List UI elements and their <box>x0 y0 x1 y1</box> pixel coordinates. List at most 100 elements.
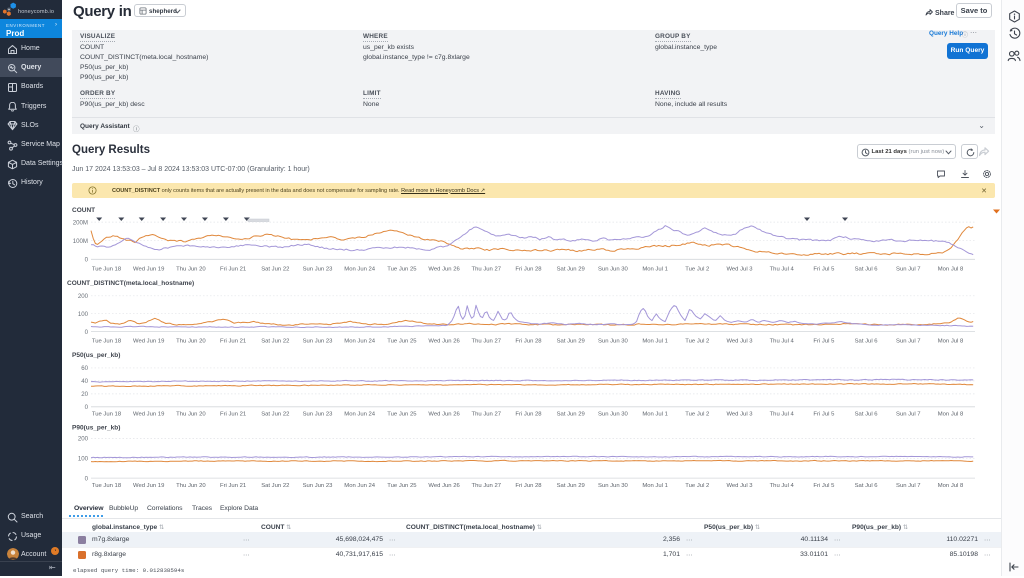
svg-text:Sun Jun 23: Sun Jun 23 <box>303 483 334 489</box>
svg-text:Wed Jun 19: Wed Jun 19 <box>133 339 164 345</box>
svg-text:Sat Jun 22: Sat Jun 22 <box>261 412 289 418</box>
svg-text:Mon Jun 24: Mon Jun 24 <box>344 267 376 273</box>
svg-text:Sat Jul 6: Sat Jul 6 <box>855 483 879 489</box>
svg-text:Sun Jun 23: Sun Jun 23 <box>303 339 334 345</box>
svg-text:Tue Jul 2: Tue Jul 2 <box>685 339 709 345</box>
svg-text:Thu Jun 20: Thu Jun 20 <box>176 267 206 273</box>
svg-text:Sun Jun 23: Sun Jun 23 <box>303 412 334 418</box>
svg-text:Tue Jun 18: Tue Jun 18 <box>92 267 122 273</box>
svg-text:Sat Jul 6: Sat Jul 6 <box>855 412 879 418</box>
svg-text:Thu Jun 20: Thu Jun 20 <box>176 483 206 489</box>
svg-text:Tue Jul 2: Tue Jul 2 <box>685 483 709 489</box>
svg-text:Thu Jul 4: Thu Jul 4 <box>770 483 795 489</box>
svg-text:Fri Jun 21: Fri Jun 21 <box>220 483 246 489</box>
svg-text:Thu Jun 27: Thu Jun 27 <box>472 483 501 489</box>
svg-text:Sun Jul 7: Sun Jul 7 <box>896 412 921 418</box>
svg-text:Tue Jun 25: Tue Jun 25 <box>387 339 417 345</box>
svg-text:Sat Jun 29: Sat Jun 29 <box>557 483 585 489</box>
svg-text:Wed Jul 3: Wed Jul 3 <box>726 412 753 418</box>
svg-text:Wed Jul 3: Wed Jul 3 <box>726 267 753 273</box>
svg-text:Thu Jun 20: Thu Jun 20 <box>176 339 206 345</box>
svg-text:Tue Jul 2: Tue Jul 2 <box>685 412 709 418</box>
svg-text:200: 200 <box>78 293 89 300</box>
svg-text:100: 100 <box>78 456 89 463</box>
svg-text:20: 20 <box>81 391 88 398</box>
svg-text:COUNT_DISTINCT(meta.local_host: COUNT_DISTINCT(meta.local_hostname) <box>67 280 194 287</box>
svg-text:Wed Jun 19: Wed Jun 19 <box>133 483 164 489</box>
svg-text:0: 0 <box>85 329 89 336</box>
svg-text:Sat Jun 22: Sat Jun 22 <box>261 339 289 345</box>
svg-text:0: 0 <box>85 404 89 411</box>
svg-text:Thu Jul 4: Thu Jul 4 <box>770 412 795 418</box>
svg-text:Mon Jul 1: Mon Jul 1 <box>642 267 668 273</box>
svg-text:P90(us_per_kb): P90(us_per_kb) <box>72 425 120 432</box>
svg-text:Mon Jul 8: Mon Jul 8 <box>938 267 964 273</box>
svg-text:Sun Jun 30: Sun Jun 30 <box>598 412 629 418</box>
svg-text:Wed Jul 3: Wed Jul 3 <box>726 483 753 489</box>
svg-text:Sat Jun 29: Sat Jun 29 <box>557 412 585 418</box>
svg-text:Tue Jun 18: Tue Jun 18 <box>92 412 122 418</box>
svg-text:Wed Jun 19: Wed Jun 19 <box>133 412 164 418</box>
svg-text:Sat Jun 22: Sat Jun 22 <box>261 267 289 273</box>
svg-text:Wed Jul 3: Wed Jul 3 <box>726 339 753 345</box>
svg-text:200M: 200M <box>73 219 88 226</box>
svg-text:Wed Jun 26: Wed Jun 26 <box>428 267 460 273</box>
svg-text:Fri Jun 21: Fri Jun 21 <box>220 412 246 418</box>
svg-text:Mon Jul 1: Mon Jul 1 <box>642 412 668 418</box>
svg-text:100: 100 <box>78 311 89 318</box>
svg-text:Fri Jun 21: Fri Jun 21 <box>220 339 246 345</box>
svg-text:Mon Jul 8: Mon Jul 8 <box>938 483 964 489</box>
svg-text:Sun Jun 30: Sun Jun 30 <box>598 267 629 273</box>
svg-text:Mon Jul 8: Mon Jul 8 <box>938 339 964 345</box>
svg-text:Fri Jun 28: Fri Jun 28 <box>515 339 542 345</box>
svg-text:Tue Jun 25: Tue Jun 25 <box>387 483 417 489</box>
svg-text:COUNT: COUNT <box>72 207 95 214</box>
svg-text:Fri Jun 28: Fri Jun 28 <box>515 267 542 273</box>
svg-text:60: 60 <box>81 365 88 372</box>
svg-text:Sun Jun 30: Sun Jun 30 <box>598 339 629 345</box>
svg-text:0: 0 <box>85 257 89 264</box>
svg-text:Mon Jul 1: Mon Jul 1 <box>642 339 668 345</box>
svg-text:Tue Jun 25: Tue Jun 25 <box>387 412 417 418</box>
svg-text:Wed Jun 26: Wed Jun 26 <box>428 339 460 345</box>
svg-text:Fri Jul 5: Fri Jul 5 <box>813 339 835 345</box>
svg-text:Thu Jun 27: Thu Jun 27 <box>472 339 501 345</box>
svg-text:Sat Jul 6: Sat Jul 6 <box>855 267 879 273</box>
svg-text:Tue Jun 25: Tue Jun 25 <box>387 267 417 273</box>
svg-text:Sat Jun 29: Sat Jun 29 <box>557 339 585 345</box>
svg-text:Fri Jun 28: Fri Jun 28 <box>515 483 542 489</box>
svg-text:Tue Jul 2: Tue Jul 2 <box>685 267 709 273</box>
svg-text:Fri Jul 5: Fri Jul 5 <box>813 483 835 489</box>
svg-text:Sun Jul 7: Sun Jul 7 <box>896 483 921 489</box>
svg-text:Sun Jun 23: Sun Jun 23 <box>303 267 334 273</box>
svg-text:Tue Jun 18: Tue Jun 18 <box>92 483 122 489</box>
svg-text:Fri Jul 5: Fri Jul 5 <box>813 412 835 418</box>
svg-text:Thu Jun 20: Thu Jun 20 <box>176 412 206 418</box>
svg-text:Mon Jul 1: Mon Jul 1 <box>642 483 668 489</box>
svg-text:Sat Jul 6: Sat Jul 6 <box>855 339 879 345</box>
svg-text:100M: 100M <box>73 238 88 245</box>
svg-text:200: 200 <box>78 436 89 443</box>
svg-text:Fri Jun 28: Fri Jun 28 <box>515 412 542 418</box>
svg-text:Thu Jun 27: Thu Jun 27 <box>472 412 501 418</box>
svg-text:Sun Jun 30: Sun Jun 30 <box>598 483 629 489</box>
svg-text:Sat Jun 22: Sat Jun 22 <box>261 483 289 489</box>
svg-text:Wed Jun 26: Wed Jun 26 <box>428 483 460 489</box>
svg-text:Thu Jul 4: Thu Jul 4 <box>770 339 795 345</box>
svg-text:40: 40 <box>81 378 88 385</box>
svg-text:Sun Jul 7: Sun Jul 7 <box>896 267 921 273</box>
svg-text:Wed Jun 19: Wed Jun 19 <box>133 267 164 273</box>
svg-text:Fri Jul 5: Fri Jul 5 <box>813 267 835 273</box>
svg-text:Fri Jun 21: Fri Jun 21 <box>220 267 246 273</box>
svg-text:Mon Jun 24: Mon Jun 24 <box>344 339 376 345</box>
svg-text:Thu Jun 27: Thu Jun 27 <box>472 267 501 273</box>
svg-text:Mon Jul 8: Mon Jul 8 <box>938 412 964 418</box>
svg-text:Sun Jul 7: Sun Jul 7 <box>896 339 921 345</box>
svg-text:Wed Jun 26: Wed Jun 26 <box>428 412 460 418</box>
svg-text:Mon Jun 24: Mon Jun 24 <box>344 412 376 418</box>
svg-text:Sat Jun 29: Sat Jun 29 <box>557 267 585 273</box>
svg-text:P50(us_per_kb): P50(us_per_kb) <box>72 352 120 359</box>
svg-text:Thu Jul 4: Thu Jul 4 <box>770 267 795 273</box>
svg-text:Mon Jun 24: Mon Jun 24 <box>344 483 376 489</box>
svg-text:Tue Jun 18: Tue Jun 18 <box>92 339 122 345</box>
